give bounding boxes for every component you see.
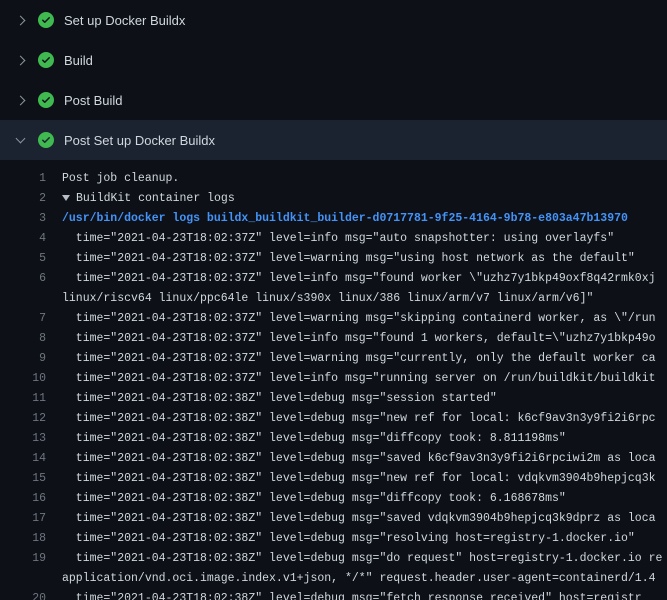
line-number[interactable]: 5 [0,252,46,265]
chevron-right-icon[interactable] [12,52,28,68]
log-text: time="2021-04-23T18:02:38Z" level=debug … [62,392,497,405]
line-number[interactable]: 12 [0,412,46,425]
log-row: 3/usr/bin/docker logs buildx_buildkit_bu… [0,208,667,228]
log-text: time="2021-04-23T18:02:37Z" level=warnin… [62,252,635,265]
step-label: Set up Docker Buildx [64,13,185,28]
log-text: time="2021-04-23T18:02:37Z" level=info m… [62,332,656,345]
log-row: 20 time="2021-04-23T18:02:38Z" level=deb… [0,588,667,600]
success-check-icon [38,52,54,68]
chevron-right-icon[interactable] [12,12,28,28]
step-label: Post Build [64,93,123,108]
log-row: 12 time="2021-04-23T18:02:38Z" level=deb… [0,408,667,428]
log-row: 5 time="2021-04-23T18:02:37Z" level=warn… [0,248,667,268]
chevron-down-icon[interactable] [12,132,28,148]
line-number[interactable]: 10 [0,372,46,385]
step-label: Post Set up Docker Buildx [64,133,215,148]
line-number[interactable]: 4 [0,232,46,245]
line-number[interactable]: 19 [0,552,46,565]
log-row: linux/riscv64 linux/ppc64le linux/s390x … [0,288,667,308]
log-text: time="2021-04-23T18:02:37Z" level=info m… [62,372,656,385]
line-number[interactable]: 13 [0,432,46,445]
line-number[interactable]: 20 [0,592,46,600]
log-command-text: /usr/bin/docker logs buildx_buildkit_bui… [62,212,628,225]
log-text: time="2021-04-23T18:02:38Z" level=debug … [62,552,662,565]
success-check-icon [38,12,54,28]
steps-list: Set up Docker Buildx Build Post Build Po… [0,0,667,160]
log-row: 4 time="2021-04-23T18:02:37Z" level=info… [0,228,667,248]
log-row: 13 time="2021-04-23T18:02:38Z" level=deb… [0,428,667,448]
log-text: time="2021-04-23T18:02:38Z" level=debug … [62,512,656,525]
line-number[interactable]: 6 [0,272,46,285]
log-row: application/vnd.oci.image.index.v1+json,… [0,568,667,588]
log-row: 16 time="2021-04-23T18:02:38Z" level=deb… [0,488,667,508]
line-number[interactable]: 2 [0,192,46,205]
line-number[interactable]: 9 [0,352,46,365]
log-text: linux/riscv64 linux/ppc64le linux/s390x … [62,292,593,305]
log-row: 2 BuildKit container logs [0,188,667,208]
log-row: 14 time="2021-04-23T18:02:38Z" level=deb… [0,448,667,468]
line-number[interactable]: 18 [0,532,46,545]
line-number[interactable]: 8 [0,332,46,345]
log-text: time="2021-04-23T18:02:37Z" level=info m… [62,232,614,245]
log-text: time="2021-04-23T18:02:38Z" level=debug … [62,412,656,425]
line-number[interactable]: 14 [0,452,46,465]
line-number[interactable]: 1 [0,172,46,185]
log-row: 15 time="2021-04-23T18:02:38Z" level=deb… [0,468,667,488]
step-row-build[interactable]: Build [0,40,667,80]
line-number[interactable]: 16 [0,492,46,505]
chevron-right-icon[interactable] [12,92,28,108]
log-text: time="2021-04-23T18:02:38Z" level=debug … [62,452,656,465]
log-text: time="2021-04-23T18:02:37Z" level=info m… [62,272,656,285]
log-text: time="2021-04-23T18:02:38Z" level=debug … [62,592,642,600]
log-text: time="2021-04-23T18:02:38Z" level=debug … [62,432,566,445]
log-row: 8 time="2021-04-23T18:02:37Z" level=info… [0,328,667,348]
success-check-icon [38,92,54,108]
log-row: 19 time="2021-04-23T18:02:38Z" level=deb… [0,548,667,568]
log-text: time="2021-04-23T18:02:38Z" level=debug … [62,492,566,505]
log-text: Post job cleanup. [62,172,179,185]
step-row-post-build[interactable]: Post Build [0,80,667,120]
log-row: 1 Post job cleanup. [0,168,667,188]
log-row: 7 time="2021-04-23T18:02:37Z" level=warn… [0,308,667,328]
line-number[interactable]: 17 [0,512,46,525]
step-label: Build [64,53,93,68]
step-row-post-set-up-docker-buildx[interactable]: Post Set up Docker Buildx [0,120,667,160]
log-lines: 1 Post job cleanup. 2 BuildKit container lo… [0,160,667,600]
log-text: application/vnd.oci.image.index.v1+json,… [62,572,656,585]
log-row: 6 time="2021-04-23T18:02:37Z" level=info… [0,268,667,288]
step-row-set-up-docker-buildx[interactable]: Set up Docker Buildx [0,0,667,40]
log-text: time="2021-04-23T18:02:37Z" level=warnin… [62,312,656,325]
line-number[interactable]: 11 [0,392,46,405]
log-row: 9 time="2021-04-23T18:02:37Z" level=warn… [0,348,667,368]
log-text: time="2021-04-23T18:02:38Z" level=debug … [62,472,656,485]
log-row: 17 time="2021-04-23T18:02:38Z" level=deb… [0,508,667,528]
triangle-down-icon[interactable] [62,195,70,201]
log-text: BuildKit container logs [76,192,235,205]
log-row: 10 time="2021-04-23T18:02:37Z" level=inf… [0,368,667,388]
line-number[interactable]: 7 [0,312,46,325]
success-check-icon [38,132,54,148]
log-text: time="2021-04-23T18:02:38Z" level=debug … [62,532,635,545]
line-number[interactable]: 3 [0,212,46,225]
line-number[interactable]: 15 [0,472,46,485]
log-row: 11 time="2021-04-23T18:02:38Z" level=deb… [0,388,667,408]
log-row: 18 time="2021-04-23T18:02:38Z" level=deb… [0,528,667,548]
log-text: time="2021-04-23T18:02:37Z" level=warnin… [62,352,656,365]
